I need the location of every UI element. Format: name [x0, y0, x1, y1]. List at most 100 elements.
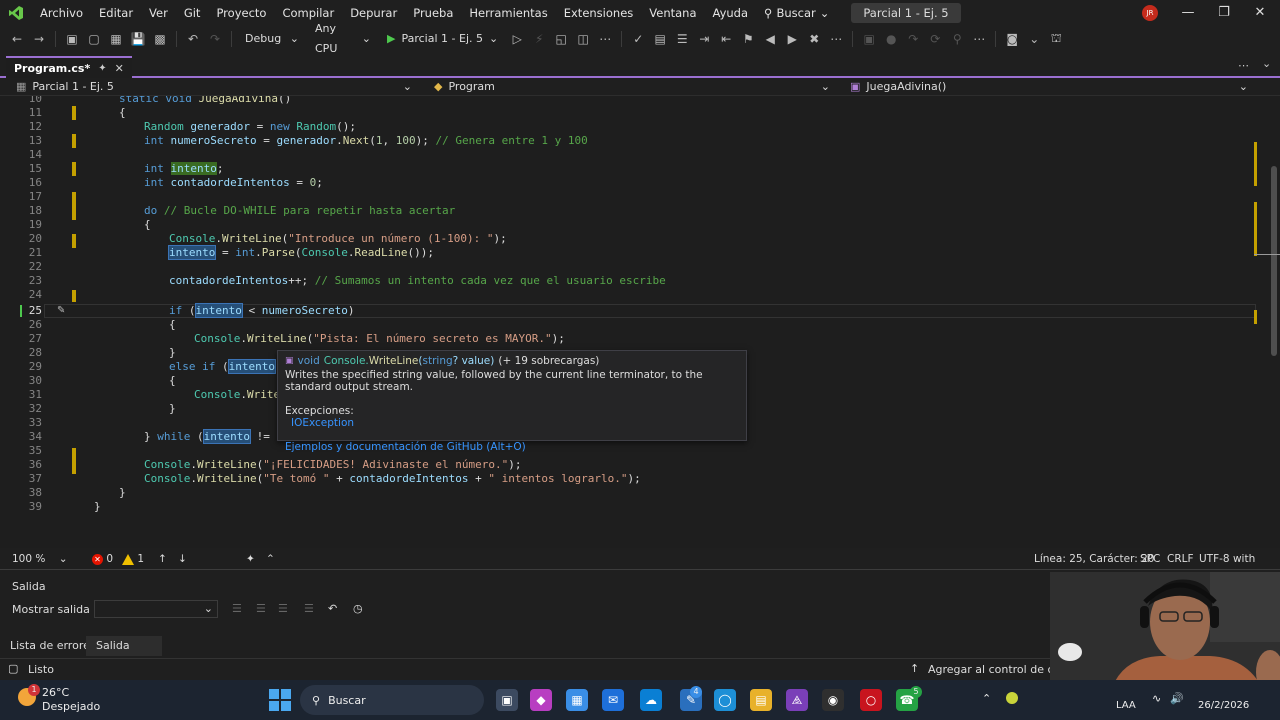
browse-icon[interactable]: ◱ [552, 30, 570, 48]
menu-herramientas[interactable]: Herramientas [461, 0, 555, 26]
input-language[interactable]: LAA [1116, 700, 1136, 711]
next-issue-icon[interactable]: ↓ [178, 548, 187, 570]
code-cleanup-icon[interactable]: ✦ [246, 548, 255, 570]
menu-prueba[interactable]: Prueba [405, 0, 461, 26]
output-source-select[interactable]: ⌄ [94, 600, 218, 618]
indent-icon[interactable]: ⇥ [695, 30, 713, 48]
hot-reload-icon[interactable]: ⚡ [530, 30, 548, 48]
line-ending[interactable]: CRLF [1167, 548, 1194, 570]
start-button[interactable] [269, 689, 291, 711]
more-icon[interactable]: ⋯ [596, 30, 614, 48]
menu-extensiones[interactable]: Extensiones [556, 0, 642, 26]
step-icon[interactable]: ↷ [904, 30, 922, 48]
menu-ventana[interactable]: Ventana [641, 0, 704, 26]
task-view-icon[interactable]: ▣ [496, 689, 518, 711]
find-message-icon[interactable]: ☰ [232, 602, 242, 615]
chevron-down-icon[interactable]: ⌄ [1262, 57, 1271, 70]
breakpoint-icon[interactable]: ● [882, 30, 900, 48]
format-icon[interactable]: ☰ [673, 30, 691, 48]
config-dropdown[interactable]: Debug ⌄ [239, 29, 305, 49]
menu-proyecto[interactable]: Proyecto [208, 0, 274, 26]
menu-git[interactable]: Git [176, 0, 209, 26]
more-icon[interactable]: ⋯ [827, 30, 845, 48]
redo-icon[interactable]: ↷ [206, 30, 224, 48]
class-dropdown[interactable]: ◆ Program ⌄ [434, 78, 834, 96]
save-icon[interactable]: 💾 [129, 30, 147, 48]
new-item-icon[interactable]: ▣ [63, 30, 81, 48]
notification-icon[interactable]: ▢ [8, 662, 18, 675]
cursor-position[interactable]: Línea: 25, Carácter: 20 [1034, 548, 1154, 570]
quick-actions-icon[interactable]: ✎ [57, 305, 65, 316]
chevron-down-icon[interactable]: ⌄ [1025, 30, 1043, 48]
prev-bookmark-icon[interactable]: ◀ [761, 30, 779, 48]
copilot-icon[interactable]: ◙ [1003, 30, 1021, 48]
zoom-dropdown[interactable]: 100 % ⌄ [12, 548, 68, 570]
close-icon[interactable]: ✕ [115, 62, 124, 75]
member-dropdown[interactable]: ▣ JuegaAdivina() ⌄ [850, 78, 1252, 96]
search-menu[interactable]: ⚲ Buscar ⌄ [756, 0, 837, 26]
clock-icon[interactable]: ◷ [353, 602, 363, 615]
prev-issue-icon[interactable]: ↑ [158, 548, 167, 570]
tray-chevron-icon[interactable]: ⌃ [982, 692, 991, 705]
clear-all-icon[interactable]: ☰ [304, 602, 314, 615]
menu-editar[interactable]: Editar [91, 0, 141, 26]
next-bookmark-icon[interactable]: ▶ [783, 30, 801, 48]
platform-dropdown[interactable]: Any CPU ⌄ [309, 22, 377, 55]
run-button[interactable]: ▶ Parcial 1 - Ej. 5 ⌄ [381, 29, 504, 49]
whitespace-mode[interactable]: SPC [1140, 548, 1160, 570]
save-all-icon[interactable]: ▩ [151, 30, 169, 48]
project-dropdown[interactable]: ▦ Parcial 1 - Ej. 5 ⌄ [16, 78, 416, 96]
file-explorer-icon[interactable]: ▤ [750, 689, 772, 711]
open-file-icon[interactable]: ▢ [85, 30, 103, 48]
tab-output[interactable]: Salida [86, 636, 162, 656]
avatar[interactable]: JR [1142, 5, 1158, 21]
share-icon[interactable]: ⛫ [1047, 30, 1065, 48]
menu-ver[interactable]: Ver [141, 0, 176, 26]
chevron-up-icon[interactable]: ⌃ [266, 548, 275, 570]
tab-program-cs[interactable]: Program.cs* ✦ ✕ [6, 56, 132, 78]
minimize-button[interactable]: — [1170, 0, 1206, 26]
volume-icon[interactable]: 🔊 [1170, 692, 1184, 705]
outdent-icon[interactable]: ⇤ [717, 30, 735, 48]
menu-ayuda[interactable]: Ayuda [705, 0, 757, 26]
code-editor[interactable]: 10 11 12 13 14 15 16 17 18 19 20 21 22 23 24 25 26 27 28 29… [0, 96, 1268, 548]
copilot-app-icon[interactable]: ◆ [530, 689, 552, 711]
pin-icon[interactable]: ⚲ [948, 30, 966, 48]
obs-icon[interactable]: ◉ [822, 689, 844, 711]
github-examples-link[interactable]: Ejemplos y documentación de GitHub (Alt+… [285, 441, 739, 453]
comment-icon[interactable]: ▤ [651, 30, 669, 48]
spell-check-icon[interactable]: ✓ [629, 30, 647, 48]
onedrive-icon[interactable]: ☁ [640, 689, 662, 711]
clear-bookmarks-icon[interactable]: ✖ [805, 30, 823, 48]
word-wrap-icon[interactable]: ↶ [328, 602, 337, 615]
refresh-icon[interactable]: ⟳ [926, 30, 944, 48]
visual-studio-taskbar-icon[interactable]: ⧌ [786, 689, 808, 711]
weather-widget[interactable]: 1 26°C Despejado [14, 684, 124, 716]
more-icon[interactable]: ⋯ [1238, 59, 1249, 72]
forward-icon[interactable]: → [30, 30, 48, 48]
menu-archivo[interactable]: Archivo [32, 0, 91, 26]
pin-icon[interactable]: ✦ [98, 63, 106, 74]
bookmark-icon[interactable]: ⚑ [739, 30, 757, 48]
back-icon[interactable]: ← [8, 30, 26, 48]
next-message-icon[interactable]: ☰ [278, 602, 288, 615]
debug-window-icon[interactable]: ▣ [860, 30, 878, 48]
switch-views-icon[interactable]: ◫ [574, 30, 592, 48]
restore-button[interactable]: ❐ [1206, 0, 1242, 26]
start-without-debugging-icon[interactable]: ▷ [508, 30, 526, 48]
exception-link[interactable]: IOException [291, 417, 739, 429]
opera-icon[interactable]: ○ [860, 689, 882, 711]
scrollbar-thumb[interactable] [1271, 166, 1277, 356]
clock-date[interactable]: 26/2/2026 [1198, 700, 1249, 711]
vertical-scrollbar[interactable] [1254, 96, 1280, 548]
edge-icon[interactable]: ◯ [714, 689, 736, 711]
file-encoding[interactable]: UTF-8 with BOM [1199, 548, 1280, 587]
new-project-icon[interactable]: ▦ [107, 30, 125, 48]
close-window-button[interactable]: ✕ [1242, 0, 1278, 26]
previous-message-icon[interactable]: ☰ [256, 602, 266, 615]
more-icon[interactable]: ⋯ [970, 30, 988, 48]
undo-icon[interactable]: ↶ [184, 30, 202, 48]
taskbar-search-box[interactable]: ⚲ Buscar [300, 685, 484, 715]
outlook-icon[interactable]: ✉ [602, 689, 624, 711]
error-count[interactable]: ✕ 0 [92, 548, 113, 570]
